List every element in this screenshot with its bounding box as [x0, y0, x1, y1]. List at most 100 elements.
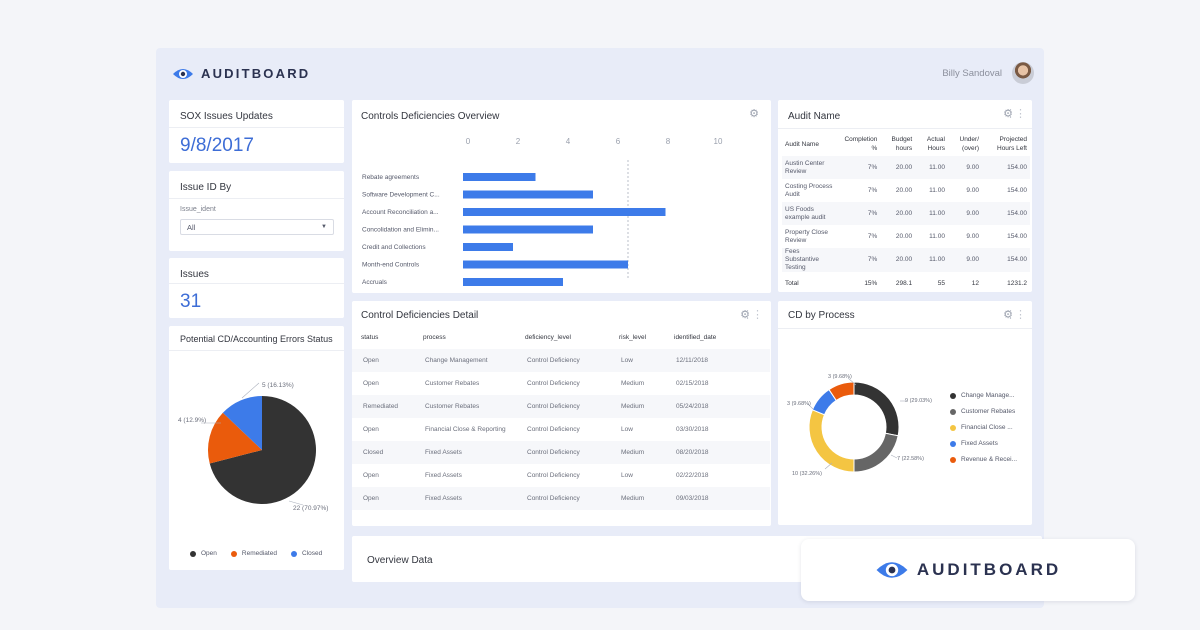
table-cell: US Foods example audit: [785, 205, 826, 221]
col-budget-hours[interactable]: Budget hours: [880, 132, 915, 156]
table-row[interactable]: Open Fixed Assets Control Deficiency Medium…: [352, 487, 770, 510]
bar[interactable]: [463, 243, 513, 251]
legend-item[interactable]: Fixed Assets: [950, 440, 998, 447]
table-cell: 154.00: [1007, 232, 1027, 240]
sox-updates-card: SOX Issues Updates 9/8/2017: [169, 100, 344, 163]
table-cell: Fixed Assets: [425, 472, 462, 479]
select-value: All: [187, 223, 196, 232]
col-identified-date[interactable]: identified_date: [665, 325, 770, 349]
bar[interactable]: [463, 260, 628, 269]
table-row[interactable]: Open Fixed Assets Control Deficiency Low 02/…: [352, 464, 770, 487]
legend-label: Fixed Assets: [961, 440, 998, 447]
legend-item-closed[interactable]: Closed: [290, 550, 322, 557]
pie-slice[interactable]: [808, 409, 855, 473]
table-cell: Customer Rebates: [425, 403, 480, 410]
col-projected-hours[interactable]: Projected Hours Left: [982, 132, 1030, 156]
table-cell: Control Deficiency: [527, 495, 580, 502]
card-title: Issues: [180, 269, 209, 280]
table-row[interactable]: Fees Substantive Testing 7% 20.00 11.00 9.00…: [782, 248, 1030, 272]
drag-handle-icon[interactable]: ⋮⋮: [1005, 107, 1026, 120]
pie-legend: Open Remediated Closed: [190, 550, 322, 557]
table-cell: Medium: [621, 449, 645, 456]
table-cell: Open: [363, 472, 379, 479]
legend-item[interactable]: Change Manage...: [950, 392, 1014, 399]
col-risk-level[interactable]: risk_level: [610, 325, 665, 349]
legend-swatch: [950, 440, 956, 447]
user-avatar[interactable]: [1012, 62, 1034, 84]
table-cell: 20.00: [895, 186, 913, 194]
table-cell: Change Management: [425, 357, 488, 364]
legend-label: Customer Rebates: [961, 408, 1016, 415]
legend-item[interactable]: Revenue & Recei...: [950, 456, 1017, 463]
x-tick-label: 10: [714, 137, 723, 146]
table-cell: Financial Close & Reporting: [425, 426, 506, 433]
category-label: Credit and Collections: [362, 244, 426, 251]
table-row[interactable]: Closed Fixed Assets Control Deficiency Medi…: [352, 441, 770, 464]
donut-label-revenue: 3 (9.68%): [828, 374, 852, 380]
table-row[interactable]: US Foods example audit 7% 20.00 11.00 9.00 15…: [782, 202, 1030, 225]
total-cell: 12: [971, 280, 980, 287]
table-cell: 11.00: [929, 163, 945, 171]
issue-id-select[interactable]: All ▼: [180, 219, 334, 235]
legend-item-open[interactable]: Open: [190, 550, 217, 557]
table-cell: Remediated: [363, 403, 399, 410]
table-cell: 9.00: [966, 186, 980, 194]
table-cell: 9.00: [966, 209, 980, 217]
top-bar: AUDITBOARD Billy Sandoval: [156, 48, 1044, 98]
legend-swatch: [950, 424, 956, 431]
legend-item[interactable]: Financial Close ...: [950, 424, 1013, 431]
table-row[interactable]: Open Financial Close & Reporting Control D…: [352, 418, 770, 441]
pie-label-closed: 4 (12.9%): [178, 417, 206, 424]
drag-handle-icon[interactable]: ⋮⋮: [742, 308, 763, 321]
table-cell: 02/15/2018: [676, 380, 709, 387]
table-row[interactable]: Property Close Review 7% 20.00 11.00 9.00 154…: [782, 225, 1030, 248]
table-row[interactable]: Costing Process Audit 7% 20.00 11.00 9.00 154…: [782, 179, 1030, 202]
x-tick-label: 4: [566, 137, 571, 146]
brand-name: AUDITBOARD: [916, 560, 1062, 579]
col-under-over[interactable]: Under/ (over): [948, 132, 982, 156]
cd-detail-card: Control Deficiencies Detail ⚙ ⋮⋮ status …: [352, 301, 771, 526]
table-row[interactable]: Open Customer Rebates Control Deficiency Me…: [352, 372, 770, 395]
legend-item[interactable]: Customer Rebates: [950, 408, 1015, 415]
donut-label-rebates: 7 (22.58%): [897, 456, 924, 462]
col-completion[interactable]: Completion %: [838, 132, 880, 156]
bar[interactable]: [463, 208, 666, 216]
col-status[interactable]: status: [352, 325, 414, 349]
table-row[interactable]: Remediated Customer Rebates Control Defici…: [352, 395, 770, 418]
table-cell: Costing Process Audit: [785, 182, 833, 198]
table-cell: 154.00: [1007, 209, 1027, 217]
table-cell: 154.00: [1007, 163, 1027, 171]
table-cell: 11.00: [929, 209, 945, 217]
pie-slice[interactable]: [853, 381, 900, 437]
legend-item-remediated[interactable]: Remediated: [230, 550, 277, 557]
table-cell: 7%: [867, 186, 878, 194]
col-actual-hours[interactable]: Actual Hours: [915, 132, 948, 156]
table-row[interactable]: Austin Center Review 7% 20.00 11.00 9.00 154.…: [782, 156, 1030, 179]
table-cell: Control Deficiency: [527, 357, 580, 364]
table-cell: Fixed Assets: [425, 495, 462, 502]
user-menu[interactable]: Billy Sandoval: [942, 62, 1034, 84]
bar[interactable]: [463, 190, 593, 199]
bar[interactable]: [463, 225, 593, 234]
cd-detail-table: status process deficiency_level risk_lev…: [352, 325, 770, 510]
table-cell: Low: [621, 357, 633, 364]
table-cell: 9.00: [966, 232, 980, 240]
table-cell: Closed: [363, 449, 384, 456]
total-cell: 55: [937, 280, 945, 287]
table-cell: Open: [363, 380, 379, 387]
x-tick-label: 8: [666, 137, 671, 146]
col-deficiency-level[interactable]: deficiency_level: [516, 325, 610, 349]
brand-overlay: AUDITBOARD: [801, 539, 1135, 601]
table-row[interactable]: Open Change Management Control Deficiency L…: [352, 349, 770, 372]
table-cell: 09/03/2018: [676, 495, 709, 502]
pie-slice[interactable]: [853, 432, 899, 473]
col-audit-name[interactable]: Audit Name: [782, 132, 838, 156]
brand-name: AUDITBOARD: [201, 66, 311, 81]
bar[interactable]: [463, 173, 536, 181]
brand-logo[interactable]: AUDITBOARD: [172, 66, 310, 81]
table-header-row: status process deficiency_level risk_lev…: [352, 325, 770, 349]
col-process[interactable]: process: [414, 325, 516, 349]
bar[interactable]: [463, 278, 563, 286]
cd-by-process-card: CD by Process ⚙ ⋮⋮ 9 (29.03%) 7 (22.58%)…: [778, 301, 1032, 525]
legend-label: Remediated: [241, 550, 277, 557]
